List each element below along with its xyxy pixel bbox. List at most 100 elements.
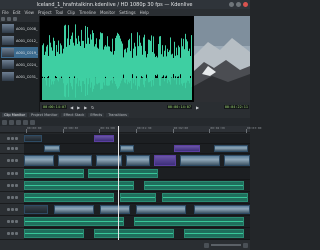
zoom-in-icon[interactable] — [243, 242, 248, 248]
timeline-audio-clip[interactable] — [24, 229, 84, 238]
video-track-header[interactable] — [0, 144, 24, 154]
timeline-video-clip[interactable] — [24, 155, 54, 166]
bin-clip-item[interactable]: A001_C012_1 — [1, 35, 38, 46]
visibility-icon[interactable] — [14, 184, 18, 187]
visibility-icon[interactable] — [14, 232, 18, 235]
menu-view[interactable]: View — [24, 10, 34, 15]
video-track-header[interactable] — [0, 154, 24, 168]
lock-icon[interactable] — [10, 172, 14, 175]
dock-tab[interactable]: Transitions — [106, 113, 129, 117]
lock-icon[interactable] — [10, 184, 14, 187]
timeline-ruler[interactable]: 00:00:00 00:00:30 00:01:00 00:01:30 00:02:00… — [0, 126, 261, 133]
project-play-icon[interactable]: ▶ — [195, 105, 200, 110]
mute-icon[interactable] — [6, 159, 10, 162]
mute-icon[interactable] — [6, 137, 10, 140]
timeline-audio-clip[interactable] — [24, 169, 84, 178]
zoom-out-icon[interactable] — [204, 242, 209, 248]
clip-timecode[interactable]: 00:00:14:07 — [166, 105, 192, 109]
mute-icon[interactable] — [6, 232, 10, 235]
overwrite-mode-icon[interactable] — [30, 119, 35, 125]
timeline-audio-clip[interactable] — [94, 229, 174, 238]
lock-icon[interactable] — [10, 137, 14, 140]
bin-clip-item[interactable]: A001_C031_1 — [1, 71, 38, 82]
timeline-video-clip[interactable] — [194, 205, 250, 214]
dock-tab[interactable]: Effects — [88, 113, 105, 117]
menu-file[interactable]: File — [2, 10, 9, 15]
dock-tab[interactable]: Project Monitor — [29, 113, 60, 117]
video-track-header[interactable] — [0, 204, 24, 216]
lock-icon[interactable] — [10, 196, 14, 199]
mute-icon[interactable] — [6, 184, 10, 187]
visibility-icon[interactable] — [14, 196, 18, 199]
project-monitor[interactable]: ▶ 00:04:22:11 — [194, 16, 250, 112]
video-track[interactable] — [24, 144, 250, 154]
timeline-video-clip[interactable] — [100, 205, 130, 214]
video-track[interactable] — [24, 134, 250, 144]
audio-track-header[interactable] — [0, 192, 24, 204]
timeline-video-clip[interactable] — [44, 145, 60, 152]
search-icon[interactable] — [13, 17, 17, 21]
spacer-tool-icon[interactable] — [16, 119, 21, 125]
audio-track-header[interactable] — [0, 168, 24, 180]
visibility-icon[interactable] — [14, 172, 18, 175]
mute-icon[interactable] — [6, 220, 10, 223]
timeline-video-clip[interactable] — [154, 155, 176, 166]
timeline-video-clip[interactable] — [58, 155, 92, 166]
menu-monitor[interactable]: Monitor — [100, 10, 115, 15]
folder-icon[interactable] — [7, 17, 11, 21]
clip-monitor[interactable]: 00:00:14:07 ◀ ▶ ▶ ↻ 00:00:14:07 — [40, 16, 194, 112]
menu-help[interactable]: Help — [140, 10, 149, 15]
bin-clip-item[interactable]: A001_C024_1 — [1, 59, 38, 70]
menu-edit[interactable]: Edit — [13, 10, 21, 15]
lock-icon[interactable] — [10, 232, 14, 235]
video-track[interactable] — [24, 204, 250, 216]
timeline-video-clip[interactable] — [126, 155, 150, 166]
audio-track-header[interactable] — [0, 216, 24, 228]
menu-project[interactable]: Project — [38, 10, 52, 15]
menu-clip[interactable]: Clip — [67, 10, 75, 15]
razor-tool-icon[interactable] — [9, 119, 14, 125]
lock-icon[interactable] — [10, 208, 14, 211]
dock-tab[interactable]: Effect Stack — [61, 113, 87, 117]
mute-icon[interactable] — [6, 208, 10, 211]
prev-frame-icon[interactable]: ◀ — [69, 105, 74, 110]
project-timecode[interactable]: 00:04:22:11 — [223, 105, 249, 109]
lock-icon[interactable] — [10, 159, 14, 162]
maximize-icon[interactable] — [236, 2, 241, 7]
timeline-video-clip[interactable] — [174, 145, 200, 152]
loop-icon[interactable]: ↻ — [90, 105, 95, 110]
visibility-icon[interactable] — [14, 159, 18, 162]
timeline-video-clip[interactable] — [120, 145, 134, 152]
lock-icon[interactable] — [10, 147, 14, 150]
menu-timeline[interactable]: Timeline — [79, 10, 96, 15]
timeline-video-clip[interactable] — [24, 135, 42, 142]
visibility-icon[interactable] — [14, 220, 18, 223]
audio-track[interactable] — [24, 228, 250, 240]
mute-icon[interactable] — [6, 196, 10, 199]
close-icon[interactable] — [243, 2, 248, 7]
timeline-video-clip[interactable] — [214, 145, 248, 152]
timeline-video-clip[interactable] — [54, 205, 94, 214]
visibility-icon[interactable] — [14, 208, 18, 211]
timeline-video-clip[interactable] — [224, 155, 250, 166]
timeline-audio-clip[interactable] — [144, 181, 244, 190]
timeline-audio-clip[interactable] — [88, 169, 158, 178]
visibility-icon[interactable] — [14, 137, 18, 140]
audio-track-header[interactable] — [0, 180, 24, 192]
bin-clip-item[interactable]: A001_C019_1 — [1, 47, 38, 58]
audio-track[interactable] — [24, 216, 250, 228]
timeline-video-clip[interactable] — [94, 135, 114, 142]
audio-track[interactable] — [24, 192, 250, 204]
add-clip-icon[interactable] — [1, 17, 5, 21]
timeline-audio-clip[interactable] — [24, 217, 124, 226]
next-frame-icon[interactable]: ▶ — [83, 105, 88, 110]
play-icon[interactable]: ▶ — [76, 105, 81, 110]
audio-track-header[interactable] — [0, 228, 24, 240]
timeline-video-clip[interactable] — [24, 205, 48, 214]
timeline-video-clip[interactable] — [180, 155, 220, 166]
audio-track[interactable] — [24, 168, 250, 180]
menu-settings[interactable]: Settings — [119, 10, 135, 15]
mute-icon[interactable] — [6, 172, 10, 175]
minimize-icon[interactable] — [229, 2, 234, 7]
zoom-slider[interactable] — [211, 244, 241, 246]
